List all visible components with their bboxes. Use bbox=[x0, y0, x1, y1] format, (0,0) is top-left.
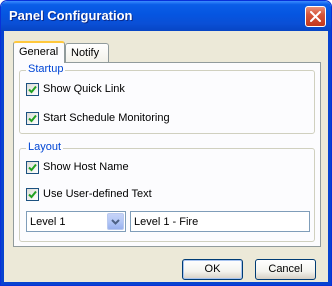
user-defined-text-label: Use User-defined Text bbox=[43, 188, 152, 200]
schedule-monitoring-checkbox[interactable] bbox=[26, 111, 39, 125]
cancel-button[interactable]: Cancel bbox=[255, 259, 316, 280]
window-border-right bbox=[328, 31, 331, 285]
title-bar[interactable]: Panel Configuration bbox=[1, 1, 331, 31]
window-title: Panel Configuration bbox=[9, 8, 133, 23]
show-quick-link-checkbox[interactable] bbox=[26, 82, 39, 96]
close-icon bbox=[310, 11, 321, 22]
show-host-name-checkbox[interactable] bbox=[26, 160, 39, 174]
ok-button[interactable]: OK bbox=[182, 259, 243, 280]
close-button[interactable] bbox=[305, 6, 326, 27]
check-icon bbox=[28, 114, 37, 122]
tab-notify[interactable]: Notify bbox=[65, 43, 109, 62]
user-defined-text-row[interactable]: Use User-defined Text bbox=[26, 187, 152, 201]
layout-group: Layout Show Host Name Use User-defined T… bbox=[19, 141, 315, 242]
chevron-down-icon bbox=[111, 219, 120, 225]
layout-group-label: Layout bbox=[26, 141, 64, 153]
tab-panel-general: Startup Show Quick Link Start Schedule M… bbox=[13, 62, 321, 247]
check-icon bbox=[28, 85, 37, 93]
dialog-window: Panel Configuration General Notify Start… bbox=[0, 0, 332, 286]
show-quick-link-row[interactable]: Show Quick Link bbox=[26, 82, 125, 96]
schedule-monitoring-row[interactable]: Start Schedule Monitoring bbox=[26, 111, 170, 125]
schedule-monitoring-label: Start Schedule Monitoring bbox=[43, 112, 170, 124]
level-select-dropdown-button[interactable] bbox=[107, 213, 124, 230]
startup-group: Startup Show Quick Link Start Schedule M… bbox=[19, 63, 315, 134]
level-select[interactable]: Level 1 bbox=[26, 211, 126, 232]
startup-group-label: Startup bbox=[26, 63, 66, 75]
window-border-bottom bbox=[1, 282, 331, 285]
level-select-value: Level 1 bbox=[30, 216, 66, 228]
window-border-left bbox=[1, 31, 4, 285]
check-icon bbox=[28, 190, 37, 198]
show-host-name-row[interactable]: Show Host Name bbox=[26, 160, 129, 174]
tab-general[interactable]: General bbox=[13, 41, 65, 63]
user-defined-text-checkbox[interactable] bbox=[26, 187, 39, 201]
level-text-field[interactable]: Level 1 - Fire bbox=[130, 211, 310, 232]
show-host-name-label: Show Host Name bbox=[43, 161, 129, 173]
check-icon bbox=[28, 163, 37, 171]
show-quick-link-label: Show Quick Link bbox=[43, 83, 125, 95]
